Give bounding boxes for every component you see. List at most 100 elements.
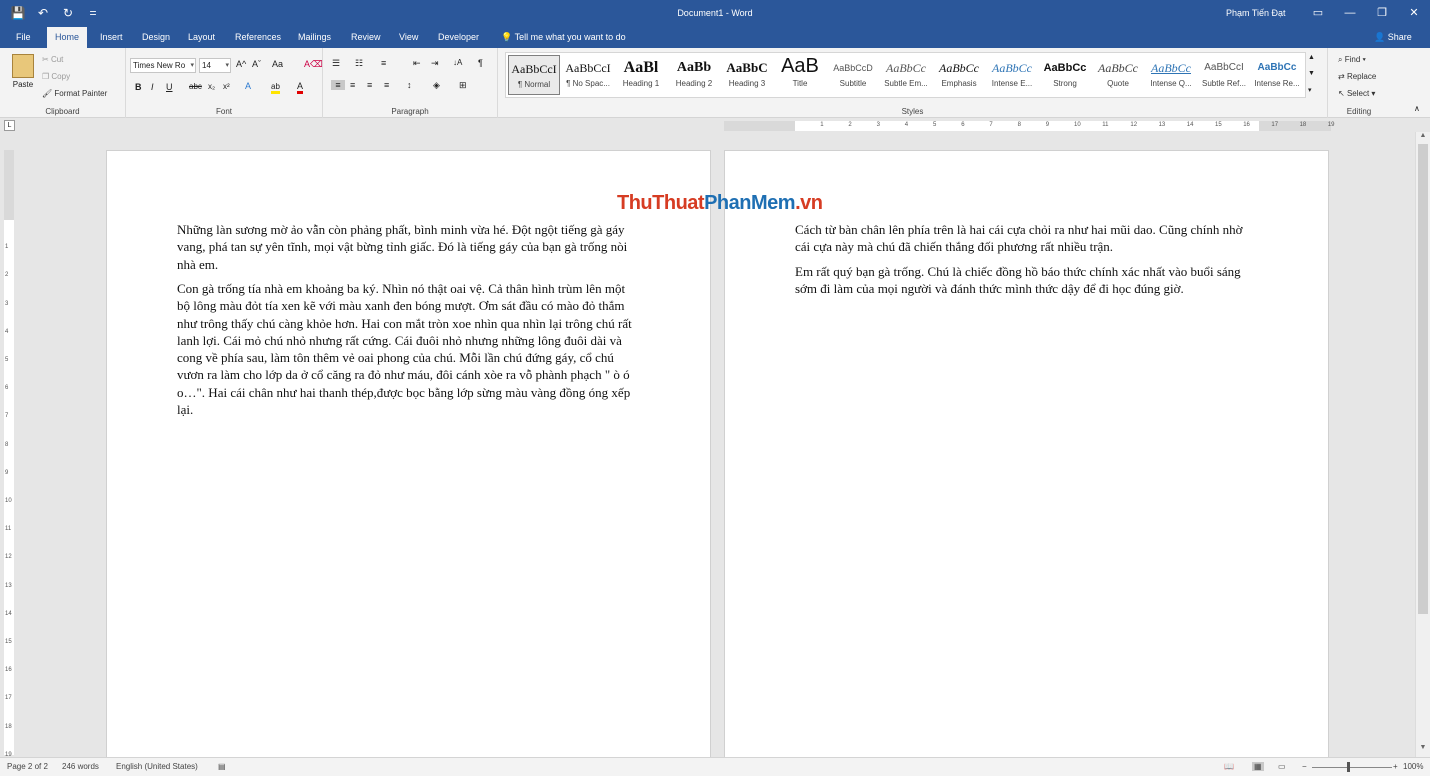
- numbering-icon[interactable]: ☷: [355, 58, 363, 69]
- style-intense-emphasis[interactable]: AaBbCc Intense E...: [986, 55, 1038, 95]
- word-count[interactable]: 246 words: [62, 762, 99, 771]
- share-button[interactable]: 👤 Share: [1374, 27, 1412, 48]
- format-painter-button[interactable]: 🖌 Format Painter: [42, 89, 107, 98]
- shrink-font-icon[interactable]: Aˇ: [252, 59, 261, 69]
- paragraph[interactable]: Con gà trống tía nhà em khoảng ba ký. Nh…: [177, 280, 637, 418]
- borders-icon[interactable]: ⊞: [459, 80, 467, 91]
- scrollbar-thumb[interactable]: [1418, 144, 1428, 614]
- ruler-number: 1: [5, 244, 9, 251]
- zoom-slider-thumb[interactable]: [1347, 762, 1350, 772]
- language[interactable]: English (United States): [116, 762, 198, 771]
- select-button[interactable]: ↖ Select ▾: [1338, 89, 1375, 98]
- shading-icon[interactable]: ◈: [433, 80, 440, 91]
- text-effects-icon[interactable]: A: [245, 81, 251, 91]
- tell-me-search[interactable]: 💡 Tell me what you want to do: [493, 27, 634, 48]
- tab-layout[interactable]: Layout: [180, 27, 223, 48]
- ruler-number: 19: [1327, 122, 1335, 128]
- document-area[interactable]: Những làn sương mờ ảo vẫn còn phảng phất…: [18, 132, 1415, 757]
- find-button[interactable]: ⌕ Find ▾: [1338, 55, 1366, 65]
- italic-button[interactable]: I: [151, 82, 154, 92]
- vertical-ruler[interactable]: 1 2 3 4 5 6 7 8 9 10 11 12 13 14 15 16 17 18 19: [4, 150, 14, 758]
- style-normal[interactable]: AaBbCcI ¶ Normal: [508, 55, 560, 95]
- restore-button[interactable]: ❐: [1366, 0, 1398, 27]
- zoom-in-icon[interactable]: +: [1393, 762, 1398, 771]
- close-button[interactable]: ✕: [1398, 0, 1430, 27]
- superscript-button[interactable]: x²: [223, 82, 230, 91]
- highlight-color-icon[interactable]: ab: [271, 82, 280, 94]
- paste-button[interactable]: Paste: [8, 54, 38, 89]
- tab-mailings[interactable]: Mailings: [290, 27, 339, 48]
- zoom-slider[interactable]: [1312, 767, 1392, 768]
- grow-font-icon[interactable]: A^: [236, 59, 246, 69]
- style-subtle-reference[interactable]: AaBbCcI Subtle Ref...: [1198, 55, 1250, 95]
- show-marks-icon[interactable]: ¶: [478, 58, 483, 68]
- zoom-out-icon[interactable]: −: [1302, 762, 1307, 771]
- style-subtitle[interactable]: AaBbCcD Subtitle: [827, 55, 879, 95]
- page-count[interactable]: Page 2 of 2: [7, 762, 48, 771]
- page-1[interactable]: Những làn sương mờ ảo vẫn còn phảng phất…: [106, 150, 711, 757]
- replace-button[interactable]: ⇄ Replace: [1338, 72, 1376, 81]
- bold-button[interactable]: B: [135, 82, 142, 92]
- minimize-button[interactable]: —: [1334, 0, 1366, 27]
- user-name[interactable]: Phạm Tiến Đạt: [1226, 8, 1286, 18]
- tab-references[interactable]: References: [227, 27, 289, 48]
- clear-formatting-icon[interactable]: A⌫: [304, 59, 323, 70]
- style-quote[interactable]: AaBbCc Quote: [1092, 55, 1144, 95]
- gallery-scroll-up-icon[interactable]: ▲: [1308, 54, 1315, 61]
- web-layout-icon[interactable]: ▭: [1278, 762, 1286, 771]
- gallery-more-icon[interactable]: ▾: [1308, 86, 1312, 94]
- increase-indent-icon[interactable]: ⇥: [431, 58, 439, 69]
- tab-design[interactable]: Design: [134, 27, 178, 48]
- zoom-level[interactable]: 100%: [1403, 762, 1423, 771]
- strikethrough-button[interactable]: abc: [189, 82, 202, 91]
- tab-developer[interactable]: Developer: [430, 27, 487, 48]
- tab-home[interactable]: Home: [47, 27, 88, 48]
- subscript-button[interactable]: x₂: [208, 82, 215, 91]
- line-spacing-icon[interactable]: ↕: [407, 80, 412, 90]
- style-subtle-emphasis[interactable]: AaBbCc Subtle Em...: [880, 55, 932, 95]
- scroll-up-icon[interactable]: ▲: [1416, 132, 1430, 139]
- paragraph[interactable]: Em rất quý bạn gà trống. Chú là chiếc đồ…: [795, 263, 1255, 298]
- align-center-icon[interactable]: ≡: [350, 80, 355, 90]
- read-mode-icon[interactable]: 📖: [1224, 762, 1234, 771]
- multilevel-list-icon[interactable]: ≡: [381, 58, 386, 68]
- change-case-icon[interactable]: Aa: [272, 59, 283, 69]
- justify-icon[interactable]: ≡: [384, 80, 389, 90]
- gallery-scroll-down-icon[interactable]: ▼: [1308, 70, 1315, 77]
- paragraph[interactable]: Cách từ bàn chân lên phía trên là hai cá…: [795, 221, 1255, 256]
- macro-record-icon[interactable]: ▤: [218, 762, 226, 771]
- tab-selector-icon[interactable]: L: [4, 120, 15, 131]
- underline-button[interactable]: U: [166, 82, 173, 92]
- style-title[interactable]: AaB Title: [774, 55, 826, 95]
- copy-button[interactable]: ❐ Copy: [42, 72, 70, 81]
- page-2[interactable]: Cách từ bàn chân lên phía trên là hai cá…: [724, 150, 1329, 757]
- tab-review[interactable]: Review: [343, 27, 389, 48]
- tab-insert[interactable]: Insert: [92, 27, 131, 48]
- font-name-combo[interactable]: Times New Ro ▾: [130, 58, 196, 73]
- cut-button[interactable]: ✂ Cut: [42, 55, 63, 64]
- paragraph[interactable]: Những làn sương mờ ảo vẫn còn phảng phất…: [177, 221, 637, 273]
- style-heading-2[interactable]: AaBb Heading 2: [668, 55, 720, 95]
- print-layout-icon[interactable]: ▦: [1252, 762, 1264, 771]
- sort-icon[interactable]: ↓A: [453, 58, 462, 67]
- vertical-scrollbar[interactable]: ▲ ▼: [1415, 132, 1430, 757]
- style-strong[interactable]: AaBbCc Strong: [1039, 55, 1091, 95]
- style-no-spacing[interactable]: AaBbCcI ¶ No Spac...: [562, 55, 614, 95]
- style-intense-reference[interactable]: AaBbCc Intense Re...: [1251, 55, 1303, 95]
- style-intense-quote[interactable]: AaBbCc Intense Q...: [1145, 55, 1197, 95]
- style-emphasis[interactable]: AaBbCc Emphasis: [933, 55, 985, 95]
- decrease-indent-icon[interactable]: ⇤: [413, 58, 421, 69]
- font-color-icon[interactable]: A: [297, 81, 304, 94]
- collapse-ribbon-icon[interactable]: ∧: [1414, 104, 1420, 113]
- align-right-icon[interactable]: ≡: [367, 80, 372, 90]
- style-heading-1[interactable]: AaBl Heading 1: [615, 55, 667, 95]
- tab-view[interactable]: View: [391, 27, 426, 48]
- scroll-down-icon[interactable]: ▼: [1416, 744, 1430, 751]
- font-size-combo[interactable]: 14 ▾: [199, 58, 231, 73]
- style-heading-3[interactable]: AaBbC Heading 3: [721, 55, 773, 95]
- align-left-icon[interactable]: ≡: [331, 80, 345, 90]
- bullets-icon[interactable]: ☰: [332, 58, 340, 69]
- horizontal-ruler[interactable]: 1 2 3 4 5 6 7 8 9 10 11 12 13 14 15 16 17 18 19: [724, 121, 1334, 131]
- tab-file[interactable]: File: [8, 27, 39, 48]
- ribbon-display-options-icon[interactable]: ▭: [1302, 0, 1334, 27]
